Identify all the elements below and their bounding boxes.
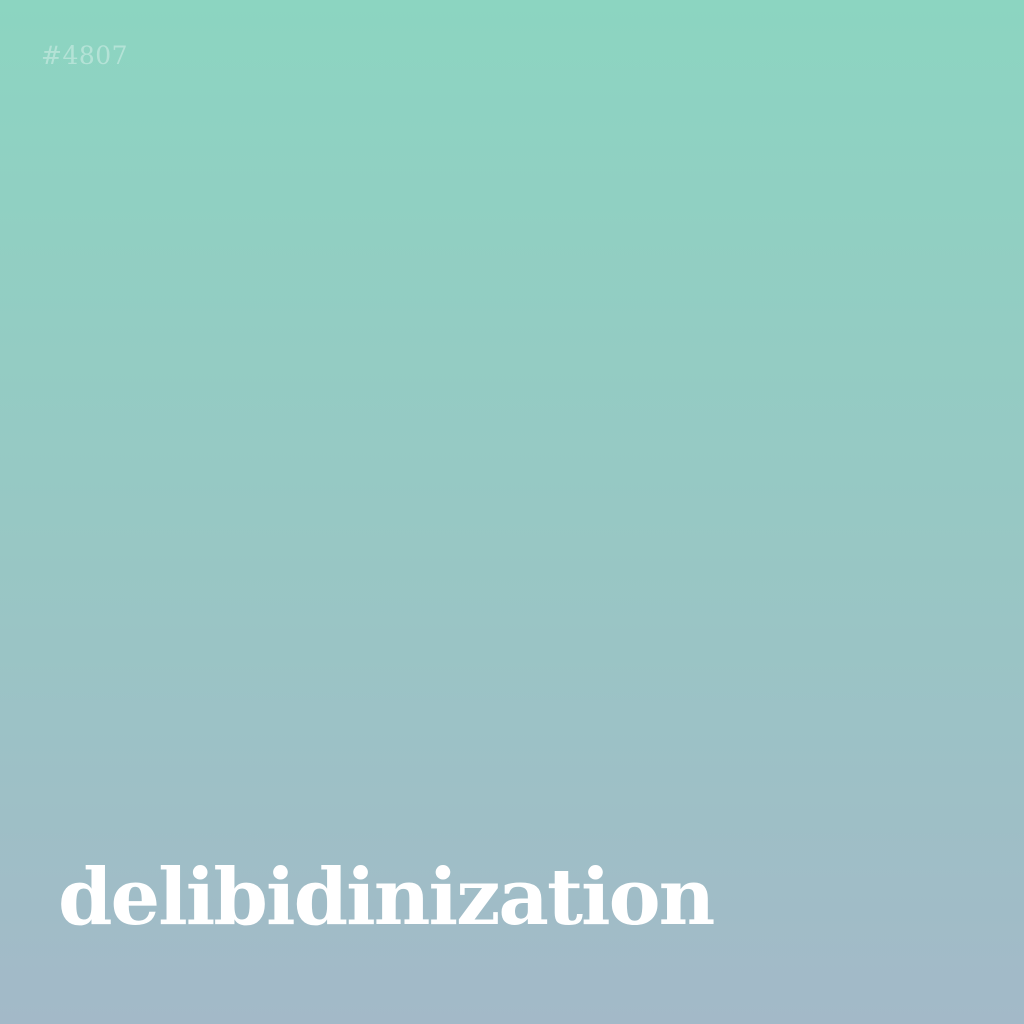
word-card: #4807 delibidinization (0, 0, 1024, 1024)
card-word: delibidinization (58, 852, 715, 943)
card-number: #4807 (41, 41, 129, 70)
